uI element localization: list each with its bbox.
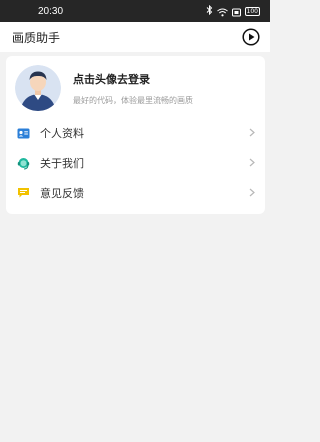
- menu-item-label: 个人资料: [40, 127, 84, 140]
- status-time: 20:30: [38, 5, 64, 17]
- battery-icon: 100: [244, 6, 260, 16]
- login-prompt[interactable]: 点击头像去登录: [73, 71, 193, 87]
- profile-text: 点击头像去登录 最好的代码，体验最里流畅的画质: [73, 71, 193, 106]
- status-bar: 20:30 100: [0, 0, 270, 22]
- chevron-right-icon: [249, 187, 255, 200]
- settings-menu: 个人资料 关于我们 意见反馈: [6, 118, 265, 208]
- menu-item-about[interactable]: 关于我们: [6, 148, 265, 178]
- play-circle-icon[interactable]: [242, 28, 260, 46]
- feedback-icon: [16, 186, 30, 200]
- avatar[interactable]: [15, 65, 61, 111]
- app-bar: 画质助手: [0, 22, 270, 52]
- tagline: 最好的代码，体验最里流畅的画质: [73, 95, 193, 105]
- sim-icon: [231, 2, 241, 21]
- wifi-icon: [216, 2, 228, 21]
- headset-icon: [16, 156, 30, 170]
- app-title: 画质助手: [12, 30, 61, 45]
- status-icons: 100: [206, 2, 260, 21]
- bluetooth-icon: [206, 4, 213, 18]
- id-card-icon: [16, 126, 30, 140]
- menu-item-profile[interactable]: 个人资料: [6, 118, 265, 148]
- menu-item-label: 关于我们: [40, 157, 84, 170]
- profile-section[interactable]: 点击头像去登录 最好的代码，体验最里流畅的画质: [15, 62, 255, 114]
- menu-item-label: 意见反馈: [40, 187, 84, 200]
- chevron-right-icon: [249, 157, 255, 170]
- chevron-right-icon: [249, 127, 255, 140]
- profile-menu-card: 点击头像去登录 最好的代码，体验最里流畅的画质 个人资料 关于我们 意见反馈: [6, 56, 265, 214]
- menu-item-feedback[interactable]: 意见反馈: [6, 178, 265, 208]
